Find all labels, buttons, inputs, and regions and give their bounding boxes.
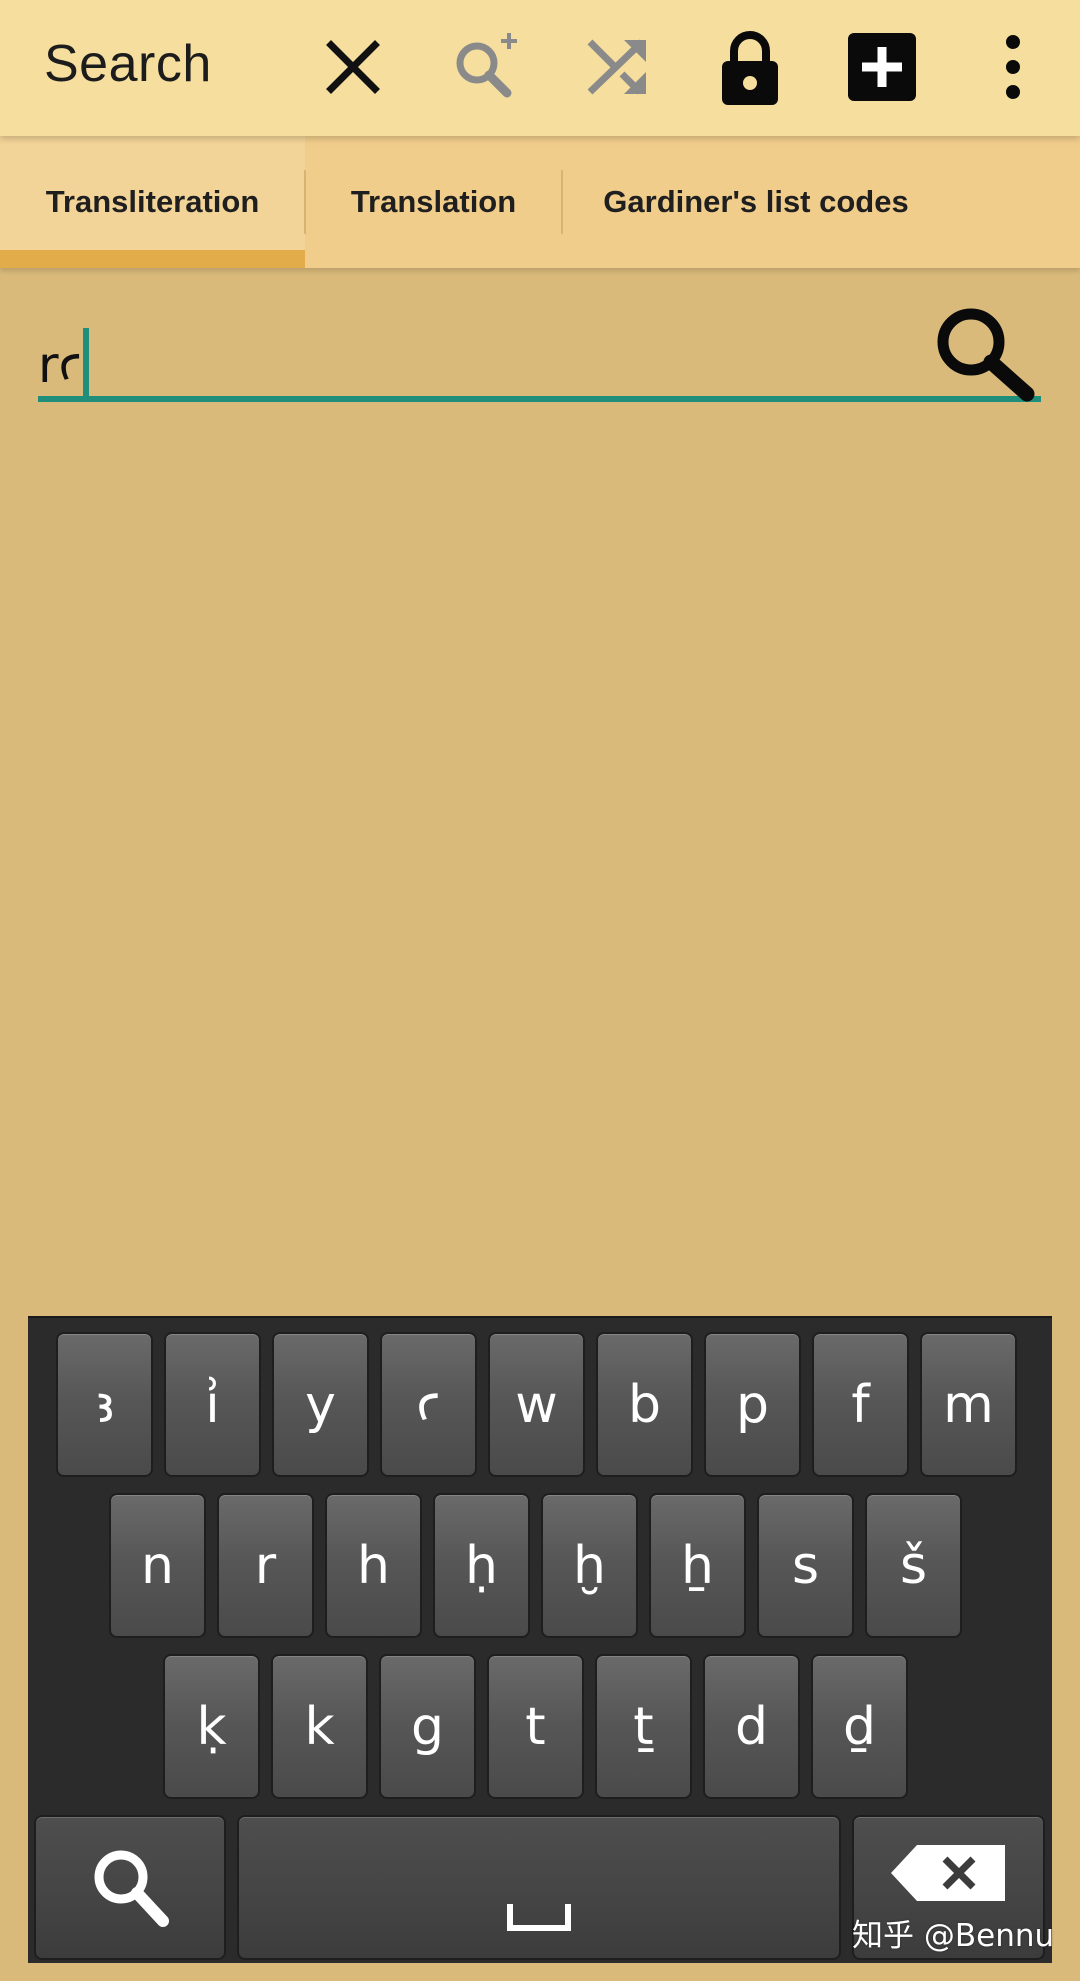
shuffle-icon[interactable] [574, 22, 664, 112]
key-ayin[interactable]: ꜥ [380, 1332, 477, 1477]
key-h-breve[interactable]: ḫ [541, 1493, 638, 1638]
add-box-icon[interactable] [837, 22, 927, 112]
app-toolbar: Search [0, 0, 1080, 136]
key-b[interactable]: b [596, 1332, 693, 1477]
key-h-line[interactable]: ẖ [649, 1493, 746, 1638]
keyboard-space-key[interactable] [237, 1815, 841, 1960]
tab-label: Transliteration [45, 184, 260, 219]
key-yod[interactable]: i͗ [164, 1332, 261, 1477]
key-k[interactable]: k [271, 1654, 368, 1799]
space-icon [507, 1903, 571, 1931]
more-vert-icon[interactable] [968, 22, 1058, 112]
key-d[interactable]: d [703, 1654, 800, 1799]
key-p[interactable]: p [704, 1332, 801, 1477]
toolbar-title: Search [44, 35, 212, 93]
key-h[interactable]: h [325, 1493, 422, 1638]
search-underline [38, 396, 1041, 402]
key-f[interactable]: f [812, 1332, 909, 1477]
key-w[interactable]: w [488, 1332, 585, 1477]
tab-translation[interactable]: Translation [306, 136, 561, 268]
backspace-icon [890, 1844, 1005, 1901]
key-d-line[interactable]: ḏ [811, 1654, 908, 1799]
tab-transliteration[interactable]: Transliteration [0, 136, 305, 268]
key-g[interactable]: g [379, 1654, 476, 1799]
key-m[interactable]: m [920, 1332, 1017, 1477]
custom-keyboard: ꜣ i͗ y ꜥ w b p f m n r h ḥ ḫ ẖ s š ḳ k g… [28, 1316, 1052, 1963]
search-input[interactable]: rꜥ [38, 328, 90, 396]
tab-gardiner-codes[interactable]: Gardiner's list codes [563, 136, 949, 268]
search-icon [94, 1850, 169, 1927]
search-field[interactable]: rꜥ [38, 300, 1041, 404]
search-plus-icon[interactable] [442, 22, 532, 112]
tab-bar: Transliteration Translation Gardiner's l… [0, 136, 1080, 268]
key-s[interactable]: s [757, 1493, 854, 1638]
key-h-dot[interactable]: ḥ [433, 1493, 530, 1638]
key-t-line[interactable]: ṯ [595, 1654, 692, 1799]
keyboard-search-key[interactable] [34, 1815, 226, 1960]
key-s-caron[interactable]: š [865, 1493, 962, 1638]
search-value: rꜥ [38, 336, 83, 394]
key-t[interactable]: t [487, 1654, 584, 1799]
tab-label: Translation [350, 184, 517, 219]
tab-indicator [0, 250, 305, 268]
key-r[interactable]: r [217, 1493, 314, 1638]
lock-icon[interactable] [705, 22, 795, 112]
tab-label: Gardiner's list codes [603, 184, 909, 219]
key-k-dot[interactable]: ḳ [163, 1654, 260, 1799]
watermark: 知乎 @Bennu [852, 1918, 1055, 1954]
text-caret [83, 328, 90, 396]
key-y[interactable]: y [272, 1332, 369, 1477]
key-n[interactable]: n [109, 1493, 206, 1638]
key-aleph[interactable]: ꜣ [56, 1332, 153, 1477]
close-icon[interactable] [308, 22, 398, 112]
search-icon[interactable] [927, 304, 1037, 404]
